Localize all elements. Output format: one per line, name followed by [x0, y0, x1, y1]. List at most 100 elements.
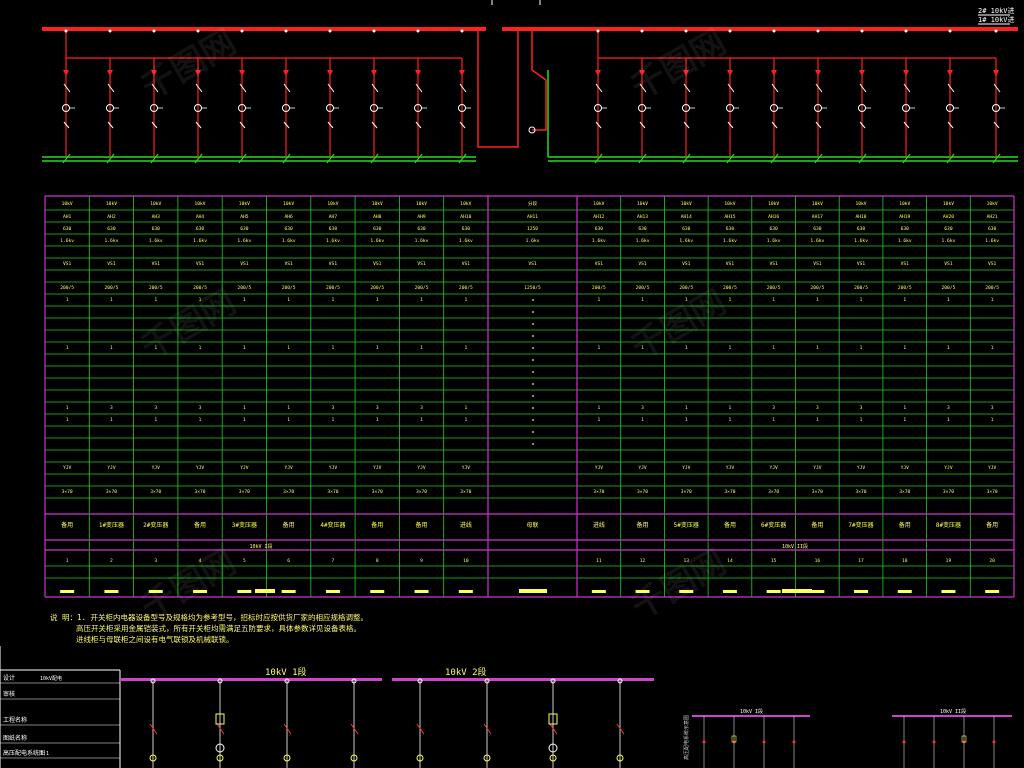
- table-cell-rated: 10kV: [460, 201, 471, 207]
- table-cell-breaker: VS1: [107, 261, 116, 267]
- table-cell-capacity: 1.6kv: [810, 238, 824, 244]
- table-cell-breaker: VS1: [284, 261, 293, 267]
- table-cell-code_a: AH10: [460, 214, 471, 220]
- table-cell-breaker: VS1: [813, 261, 822, 267]
- bus-tap: [772, 29, 776, 33]
- table-cell-rated: 10kV: [943, 201, 954, 207]
- table-cell-usage: 8#变压器: [936, 521, 961, 529]
- title-row-value: 10kV配电: [40, 675, 62, 682]
- bus-tap: [948, 29, 952, 33]
- table-cell-ct: 200/5: [723, 285, 737, 291]
- bus-tap: [328, 29, 332, 33]
- middle-column-dot: [532, 407, 534, 409]
- table-cell-usage: 5#变压器: [674, 521, 699, 529]
- table-cell-nums_a: 3: [772, 405, 775, 411]
- panel-fill-mark: [591, 590, 606, 593]
- table-cell-spec: 3×70: [856, 489, 867, 495]
- panel-fill-mark: [414, 590, 429, 593]
- table-cell-code_b: 1250: [527, 226, 538, 232]
- title-row-label: 工程名称: [3, 716, 27, 724]
- table-cell-ones_a: 1: [597, 297, 600, 303]
- table-cell-panel_no: 10: [463, 558, 469, 564]
- title-row-label: 图纸名称: [3, 734, 27, 742]
- table-cell-nums_a: 3: [947, 405, 950, 411]
- table-cell-capacity: 1.6kv: [898, 238, 912, 244]
- panel-fill-mark: [985, 590, 1000, 593]
- table-cell-ct: 200/5: [854, 285, 868, 291]
- table-cell-code_a: AH21: [987, 214, 998, 220]
- table-cell-ones_b: 1: [287, 345, 290, 351]
- table-cell-usage: 备用: [637, 521, 649, 529]
- table-cell-ones_a: 1: [376, 297, 379, 303]
- table-cell-ct: 200/5: [370, 285, 384, 291]
- table-cell-spec: 3×70: [327, 489, 338, 495]
- table-cell-spec: 3×70: [239, 489, 250, 495]
- panel-fill-mark: [237, 590, 252, 593]
- table-cell-breaker: VS1: [595, 261, 604, 267]
- table-cell-usage: 4#变压器: [320, 521, 345, 529]
- table-cell-breaker: VS1: [462, 261, 471, 267]
- middle-column-dot: [532, 311, 534, 313]
- bus-tap: [904, 29, 908, 33]
- table-cell-panel_no: 14: [727, 558, 733, 564]
- table-cell-capacity: 1.6kv: [326, 238, 340, 244]
- table-cell-usage: 进线: [460, 521, 472, 529]
- table-cell-nums_b: 1: [420, 417, 423, 423]
- small-breaker: [792, 740, 796, 744]
- table-cell-ct: 200/5: [326, 285, 340, 291]
- table-cell-nums_b: 1: [991, 417, 994, 423]
- table-cell-rated: 10kV: [372, 201, 383, 207]
- bus-tap: [240, 29, 244, 33]
- table-cell-capacity: 1.6kv: [237, 238, 251, 244]
- table-cell-rated: 10kV: [195, 201, 206, 207]
- table-cell-ct: 1250/5: [524, 285, 541, 291]
- table-cell-code_b: 630: [284, 226, 293, 232]
- table-cell-breaker: VS1: [769, 261, 778, 267]
- table-cell-code_a: AH2: [107, 214, 116, 220]
- table-cell-ct: 200/5: [149, 285, 163, 291]
- panel-fill-mark: [325, 590, 340, 593]
- table-cell-usage: 备用: [194, 521, 206, 529]
- table-cell-rated: 10kV: [724, 201, 735, 207]
- table-cell-cable: YJV: [682, 465, 691, 471]
- table-cell-code_b: 630: [857, 226, 866, 232]
- table-cell-cable: YJV: [944, 465, 953, 471]
- table-cell-breaker: VS1: [857, 261, 866, 267]
- table-cell-nums_b: 1: [772, 417, 775, 423]
- table-cell-ones_a: 1: [991, 297, 994, 303]
- table-cell-ones_a: 1: [947, 297, 950, 303]
- table-cell-ones_b: 1: [685, 345, 688, 351]
- table-cell-ones_a: 1: [903, 297, 906, 303]
- legend-line-1: 2# 10kV进: [978, 7, 1015, 15]
- table-cell-breaker: VS1: [944, 261, 953, 267]
- table-cell-cable: YJV: [726, 465, 735, 471]
- table-cell-panel_no: 3: [154, 558, 157, 564]
- table-cell-breaker: VS1: [329, 261, 338, 267]
- table-cell-spec: 3×70: [195, 489, 206, 495]
- table-cell-cable: YJV: [769, 465, 778, 471]
- table-cell-capacity: 1.6kv: [854, 238, 868, 244]
- table-cell-cable: YJV: [857, 465, 866, 471]
- table-cell-code_a: AH17: [812, 214, 823, 220]
- table-cell-rated: 10kV: [987, 201, 998, 207]
- middle-column-dot: [532, 431, 534, 433]
- table-cell-code_b: 630: [152, 226, 161, 232]
- table-cell-usage: 备用: [811, 521, 823, 529]
- table-cell-code_a: AH14: [681, 214, 692, 220]
- table-cell-usage: 进线: [593, 521, 605, 529]
- table-cell-panel_no: 2: [110, 558, 113, 564]
- table-cell-ones_a: 1: [243, 297, 246, 303]
- table-cell-usage: 备用: [986, 521, 998, 529]
- table-cell-ct: 200/5: [898, 285, 912, 291]
- table-cell-cable: YJV: [107, 465, 116, 471]
- table-cell-ct: 200/5: [415, 285, 429, 291]
- table-cell-rated: 10kV: [416, 201, 427, 207]
- table-cell-nums_b: 1: [332, 417, 335, 423]
- table-cell-rated: 10kV: [899, 201, 910, 207]
- table-cell-spec: 3×70: [416, 489, 427, 495]
- table-cell-panel_no: 16: [815, 558, 821, 564]
- table-cell-code_b: 630: [329, 226, 338, 232]
- table-cell-rated: 10kV: [812, 201, 823, 207]
- table-cell-spec: 3×70: [943, 489, 954, 495]
- table-cell-ones_a: 1: [420, 297, 423, 303]
